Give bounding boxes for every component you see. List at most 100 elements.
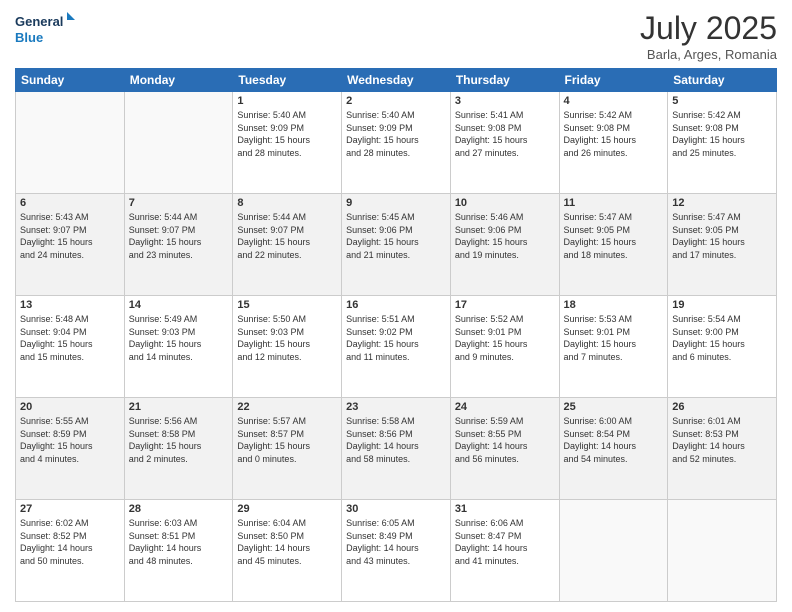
day-info: Sunrise: 5:53 AM Sunset: 9:01 PM Dayligh… <box>564 313 664 363</box>
day-number: 9 <box>346 197 446 209</box>
day-number: 18 <box>564 299 664 311</box>
day-cell: 9 Sunrise: 5:45 AM Sunset: 9:06 PM Daylig… <box>342 194 451 296</box>
day-cell: 16 Sunrise: 5:51 AM Sunset: 9:02 PM Dayli… <box>342 296 451 398</box>
day-number: 16 <box>346 299 446 311</box>
header-saturday: Saturday <box>668 69 777 92</box>
day-number: 11 <box>564 197 664 209</box>
day-cell <box>124 92 233 194</box>
day-cell: 20Sunrise: 5:55 AM Sunset: 8:59 PM Dayli… <box>16 398 125 500</box>
day-number: 25 <box>564 401 664 413</box>
header-sunday: Sunday <box>16 69 125 92</box>
svg-text:General: General <box>15 14 63 29</box>
week-row-4: 20Sunrise: 5:55 AM Sunset: 8:59 PM Dayli… <box>16 398 777 500</box>
day-info: Sunrise: 5:47 AM Sunset: 9:05 PM Dayligh… <box>672 211 772 261</box>
day-cell: 17Sunrise: 5:52 AM Sunset: 9:01 PM Dayli… <box>450 296 559 398</box>
day-info: Sunrise: 5:54 AM Sunset: 9:00 PM Dayligh… <box>672 313 772 363</box>
day-number: 2 <box>346 95 446 107</box>
logo: General Blue <box>15 10 75 48</box>
day-info: Sunrise: 5:42 AM Sunset: 9:08 PM Dayligh… <box>564 109 664 159</box>
day-number: 3 <box>455 95 555 107</box>
day-cell: 1 Sunrise: 5:40 AM Sunset: 9:09 PM Daylig… <box>233 92 342 194</box>
day-number: 20 <box>20 401 120 413</box>
day-cell <box>668 500 777 602</box>
day-cell: 28 Sunrise: 6:03 AM Sunset: 8:51 PM Dayli… <box>124 500 233 602</box>
day-cell: 6Sunrise: 5:43 AM Sunset: 9:07 PM Daylig… <box>16 194 125 296</box>
week-row-2: 6Sunrise: 5:43 AM Sunset: 9:07 PM Daylig… <box>16 194 777 296</box>
day-info: Sunrise: 5:44 AM Sunset: 9:07 PM Dayligh… <box>237 211 337 261</box>
week-row-1: 1 Sunrise: 5:40 AM Sunset: 9:09 PM Daylig… <box>16 92 777 194</box>
day-cell: 3 Sunrise: 5:41 AM Sunset: 9:08 PM Daylig… <box>450 92 559 194</box>
day-info: Sunrise: 6:06 AM Sunset: 8:47 PM Dayligh… <box>455 517 555 567</box>
day-cell: 30 Sunrise: 6:05 AM Sunset: 8:49 PM Dayli… <box>342 500 451 602</box>
day-number: 5 <box>672 95 772 107</box>
day-info: Sunrise: 5:45 AM Sunset: 9:06 PM Dayligh… <box>346 211 446 261</box>
day-info: Sunrise: 5:47 AM Sunset: 9:05 PM Dayligh… <box>564 211 664 261</box>
day-number: 8 <box>237 197 337 209</box>
day-cell <box>559 500 668 602</box>
day-number: 24 <box>455 401 555 413</box>
day-info: Sunrise: 5:40 AM Sunset: 9:09 PM Dayligh… <box>237 109 337 159</box>
day-info: Sunrise: 5:50 AM Sunset: 9:03 PM Dayligh… <box>237 313 337 363</box>
week-row-3: 13Sunrise: 5:48 AM Sunset: 9:04 PM Dayli… <box>16 296 777 398</box>
svg-text:Blue: Blue <box>15 30 43 45</box>
day-cell: 26Sunrise: 6:01 AM Sunset: 8:53 PM Dayli… <box>668 398 777 500</box>
day-info: Sunrise: 5:44 AM Sunset: 9:07 PM Dayligh… <box>129 211 229 261</box>
subtitle: Barla, Arges, Romania <box>640 47 777 62</box>
day-number: 30 <box>346 503 446 515</box>
day-number: 1 <box>237 95 337 107</box>
day-info: Sunrise: 5:49 AM Sunset: 9:03 PM Dayligh… <box>129 313 229 363</box>
day-number: 21 <box>129 401 229 413</box>
day-info: Sunrise: 5:51 AM Sunset: 9:02 PM Dayligh… <box>346 313 446 363</box>
day-number: 13 <box>20 299 120 311</box>
day-cell: 10Sunrise: 5:46 AM Sunset: 9:06 PM Dayli… <box>450 194 559 296</box>
day-info: Sunrise: 6:03 AM Sunset: 8:51 PM Dayligh… <box>129 517 229 567</box>
day-cell: 5 Sunrise: 5:42 AM Sunset: 9:08 PM Daylig… <box>668 92 777 194</box>
day-cell: 13Sunrise: 5:48 AM Sunset: 9:04 PM Dayli… <box>16 296 125 398</box>
day-info: Sunrise: 5:56 AM Sunset: 8:58 PM Dayligh… <box>129 415 229 465</box>
day-number: 17 <box>455 299 555 311</box>
day-cell: 2 Sunrise: 5:40 AM Sunset: 9:09 PM Daylig… <box>342 92 451 194</box>
day-cell: 15Sunrise: 5:50 AM Sunset: 9:03 PM Dayli… <box>233 296 342 398</box>
day-cell <box>16 92 125 194</box>
day-cell: 22 Sunrise: 5:57 AM Sunset: 8:57 PM Dayli… <box>233 398 342 500</box>
day-cell: 8 Sunrise: 5:44 AM Sunset: 9:07 PM Daylig… <box>233 194 342 296</box>
day-cell: 23 Sunrise: 5:58 AM Sunset: 8:56 PM Dayli… <box>342 398 451 500</box>
day-info: Sunrise: 6:05 AM Sunset: 8:49 PM Dayligh… <box>346 517 446 567</box>
day-number: 6 <box>20 197 120 209</box>
month-title: July 2025 <box>640 10 777 47</box>
day-info: Sunrise: 5:41 AM Sunset: 9:08 PM Dayligh… <box>455 109 555 159</box>
header-monday: Monday <box>124 69 233 92</box>
day-info: Sunrise: 5:58 AM Sunset: 8:56 PM Dayligh… <box>346 415 446 465</box>
day-info: Sunrise: 6:00 AM Sunset: 8:54 PM Dayligh… <box>564 415 664 465</box>
day-number: 27 <box>20 503 120 515</box>
day-number: 7 <box>129 197 229 209</box>
day-number: 28 <box>129 503 229 515</box>
day-number: 22 <box>237 401 337 413</box>
day-cell: 12 Sunrise: 5:47 AM Sunset: 9:05 PM Dayli… <box>668 194 777 296</box>
weekday-header-row: Sunday Monday Tuesday Wednesday Thursday… <box>16 69 777 92</box>
day-number: 31 <box>455 503 555 515</box>
calendar: Sunday Monday Tuesday Wednesday Thursday… <box>15 68 777 602</box>
day-number: 4 <box>564 95 664 107</box>
day-cell: 4 Sunrise: 5:42 AM Sunset: 9:08 PM Daylig… <box>559 92 668 194</box>
day-cell: 27Sunrise: 6:02 AM Sunset: 8:52 PM Dayli… <box>16 500 125 602</box>
day-info: Sunrise: 5:59 AM Sunset: 8:55 PM Dayligh… <box>455 415 555 465</box>
day-info: Sunrise: 5:40 AM Sunset: 9:09 PM Dayligh… <box>346 109 446 159</box>
day-number: 14 <box>129 299 229 311</box>
logo-svg: General Blue <box>15 10 75 48</box>
day-number: 26 <box>672 401 772 413</box>
day-info: Sunrise: 5:42 AM Sunset: 9:08 PM Dayligh… <box>672 109 772 159</box>
day-cell: 31 Sunrise: 6:06 AM Sunset: 8:47 PM Dayli… <box>450 500 559 602</box>
day-cell: 19Sunrise: 5:54 AM Sunset: 9:00 PM Dayli… <box>668 296 777 398</box>
day-number: 12 <box>672 197 772 209</box>
day-info: Sunrise: 5:57 AM Sunset: 8:57 PM Dayligh… <box>237 415 337 465</box>
header: General Blue July 2025 Barla, Arges, Rom… <box>15 10 777 62</box>
day-info: Sunrise: 5:46 AM Sunset: 9:06 PM Dayligh… <box>455 211 555 261</box>
week-row-5: 27Sunrise: 6:02 AM Sunset: 8:52 PM Dayli… <box>16 500 777 602</box>
page: General Blue July 2025 Barla, Arges, Rom… <box>0 0 792 612</box>
title-block: July 2025 Barla, Arges, Romania <box>640 10 777 62</box>
day-cell: 7 Sunrise: 5:44 AM Sunset: 9:07 PM Daylig… <box>124 194 233 296</box>
day-cell: 24 Sunrise: 5:59 AM Sunset: 8:55 PM Dayli… <box>450 398 559 500</box>
header-friday: Friday <box>559 69 668 92</box>
day-number: 23 <box>346 401 446 413</box>
